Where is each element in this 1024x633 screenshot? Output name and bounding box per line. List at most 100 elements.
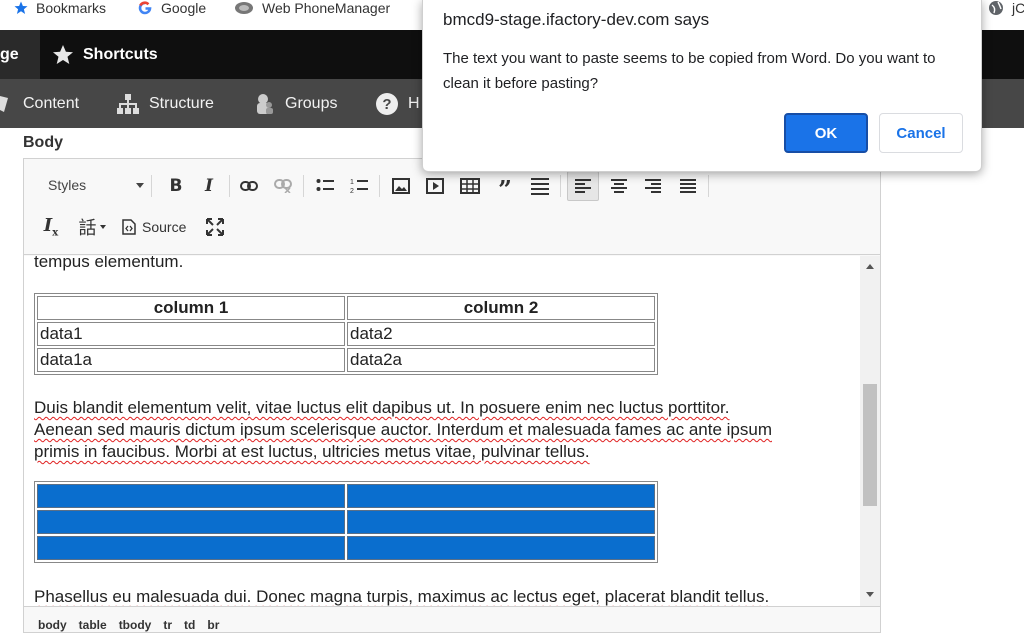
table-header-cell[interactable]: column 1 [37, 296, 345, 320]
table-cell[interactable] [37, 536, 345, 560]
table-row [37, 484, 655, 508]
bookmark-web-phonemanager[interactable]: Web PhoneManager [234, 0, 390, 16]
menu-item-help[interactable]: ? H [375, 79, 420, 128]
table-icon [460, 178, 480, 194]
table-row: data1a data2a [37, 348, 655, 372]
bookmark-label: jC [1012, 0, 1024, 16]
table-cell[interactable]: data1a [37, 348, 345, 372]
star-icon [53, 44, 73, 64]
image-icon [392, 178, 410, 194]
align-center-button[interactable] [606, 173, 632, 199]
unlink-icon [274, 179, 292, 193]
chevron-down-icon [99, 225, 106, 229]
align-justify-icon [680, 179, 696, 193]
scroll-up-icon[interactable] [866, 264, 874, 269]
maximize-button[interactable] [202, 214, 228, 240]
table-header-row: column 1 column 2 [37, 296, 655, 320]
link-button[interactable] [236, 173, 262, 199]
media-button[interactable] [422, 173, 448, 199]
editor-scrollbar[interactable] [860, 256, 880, 606]
horizontal-line-icon [531, 178, 549, 195]
paragraph-line: Duis blandit elementum velit, vitae luct… [34, 398, 730, 417]
ok-button[interactable]: OK [784, 113, 868, 153]
source-icon [122, 219, 136, 235]
source-button[interactable]: Source [122, 214, 186, 240]
unlink-button[interactable] [270, 173, 296, 199]
cancel-button[interactable]: Cancel [879, 113, 963, 153]
image-button[interactable] [388, 173, 414, 199]
chevron-down-icon [136, 183, 144, 188]
path-item[interactable]: table [79, 618, 107, 632]
align-left-button[interactable] [567, 171, 599, 201]
table-header-cell[interactable]: column 2 [347, 296, 655, 320]
align-right-icon [645, 179, 661, 193]
path-item[interactable]: tbody [119, 618, 152, 632]
star-icon [14, 1, 28, 14]
google-icon [138, 1, 152, 15]
menu-item-groups[interactable]: Groups [254, 79, 337, 128]
menu-item-structure[interactable]: Structure [116, 79, 214, 128]
menu-item-content[interactable]: Content [0, 79, 79, 128]
table-cell[interactable] [37, 510, 345, 534]
toolbar-tab-manage[interactable]: ge [0, 30, 40, 79]
bookmark-label: Bookmarks [36, 0, 107, 16]
paragraph-bottom: Phasellus eu malesuada dui. Donec magna … [34, 586, 854, 606]
bookmark-bookmarks[interactable]: Bookmarks [14, 0, 106, 16]
align-left-icon [575, 179, 591, 193]
shortcuts-label: Shortcuts [83, 45, 158, 63]
data-table[interactable]: column 1 column 2 data1 data2 data1a dat… [34, 293, 658, 375]
path-item[interactable]: tr [163, 618, 172, 632]
bookmark-label: Google [161, 0, 207, 16]
bulleted-list-button[interactable] [312, 173, 338, 199]
table-row [37, 510, 655, 534]
table-cell[interactable]: data2a [347, 348, 655, 372]
video-icon [426, 178, 444, 194]
paste-confirm-dialog: bmcd9-stage.ifactory-dev.com says The te… [422, 0, 982, 172]
remove-format-button[interactable]: Ix [38, 214, 64, 240]
path-item[interactable]: br [207, 618, 219, 632]
table-row [37, 536, 655, 560]
paragraph-line: primis in faucibus. Morbi at est luctus,… [34, 442, 590, 461]
toolbar-separator [303, 175, 304, 197]
table-cell[interactable]: data2 [347, 322, 655, 346]
menu-item-label: Content [23, 94, 80, 112]
bulleted-list-icon [316, 179, 334, 191]
blue-table[interactable] [34, 481, 658, 563]
menu-item-label: H [408, 94, 420, 112]
bold-icon: B [169, 176, 183, 196]
dialog-message: The text you want to paste seems to be c… [443, 50, 936, 92]
toolbar-shortcuts[interactable]: Shortcuts [52, 30, 158, 79]
bold-button[interactable]: B [163, 173, 189, 199]
scroll-down-icon[interactable] [866, 592, 874, 597]
table-cell[interactable] [347, 510, 655, 534]
language-button[interactable]: 話 [72, 214, 112, 240]
table-cell[interactable] [37, 484, 345, 508]
editor-content[interactable]: tempus elementum. column 1 column 2 data… [24, 256, 860, 606]
path-item[interactable]: body [38, 618, 67, 632]
remove-format-icon: Ix [43, 215, 59, 239]
table-cell[interactable] [347, 536, 655, 560]
table-button[interactable] [457, 173, 483, 199]
globe-icon [989, 1, 1003, 15]
bookmark-jc[interactable]: jC [988, 0, 1024, 16]
align-right-button[interactable] [640, 173, 666, 199]
bookmark-google[interactable]: Google [137, 0, 206, 16]
align-justify-button[interactable] [675, 173, 701, 199]
path-item[interactable]: td [184, 618, 195, 632]
dialog-title: bmcd9-stage.ifactory-dev.com says [443, 10, 710, 29]
scrollbar-thumb[interactable] [863, 384, 877, 506]
styles-dropdown[interactable]: Styles [38, 173, 146, 197]
paragraph-top: tempus elementum. [34, 256, 854, 273]
source-label: Source [142, 219, 187, 235]
menu-item-label: Groups [285, 94, 338, 112]
svg-text:?: ? [382, 96, 391, 113]
horizontal-line-button[interactable] [527, 173, 553, 199]
paragraph-top-text: tempus elementum. [34, 256, 184, 271]
quote-icon: ” [498, 175, 512, 204]
table-cell[interactable] [347, 484, 655, 508]
italic-button[interactable]: I [196, 173, 222, 199]
blockquote-button[interactable]: ” [492, 173, 518, 204]
table-cell[interactable]: data1 [37, 322, 345, 346]
toolbar-separator [151, 175, 152, 197]
numbered-list-button[interactable]: 12 [346, 173, 372, 199]
